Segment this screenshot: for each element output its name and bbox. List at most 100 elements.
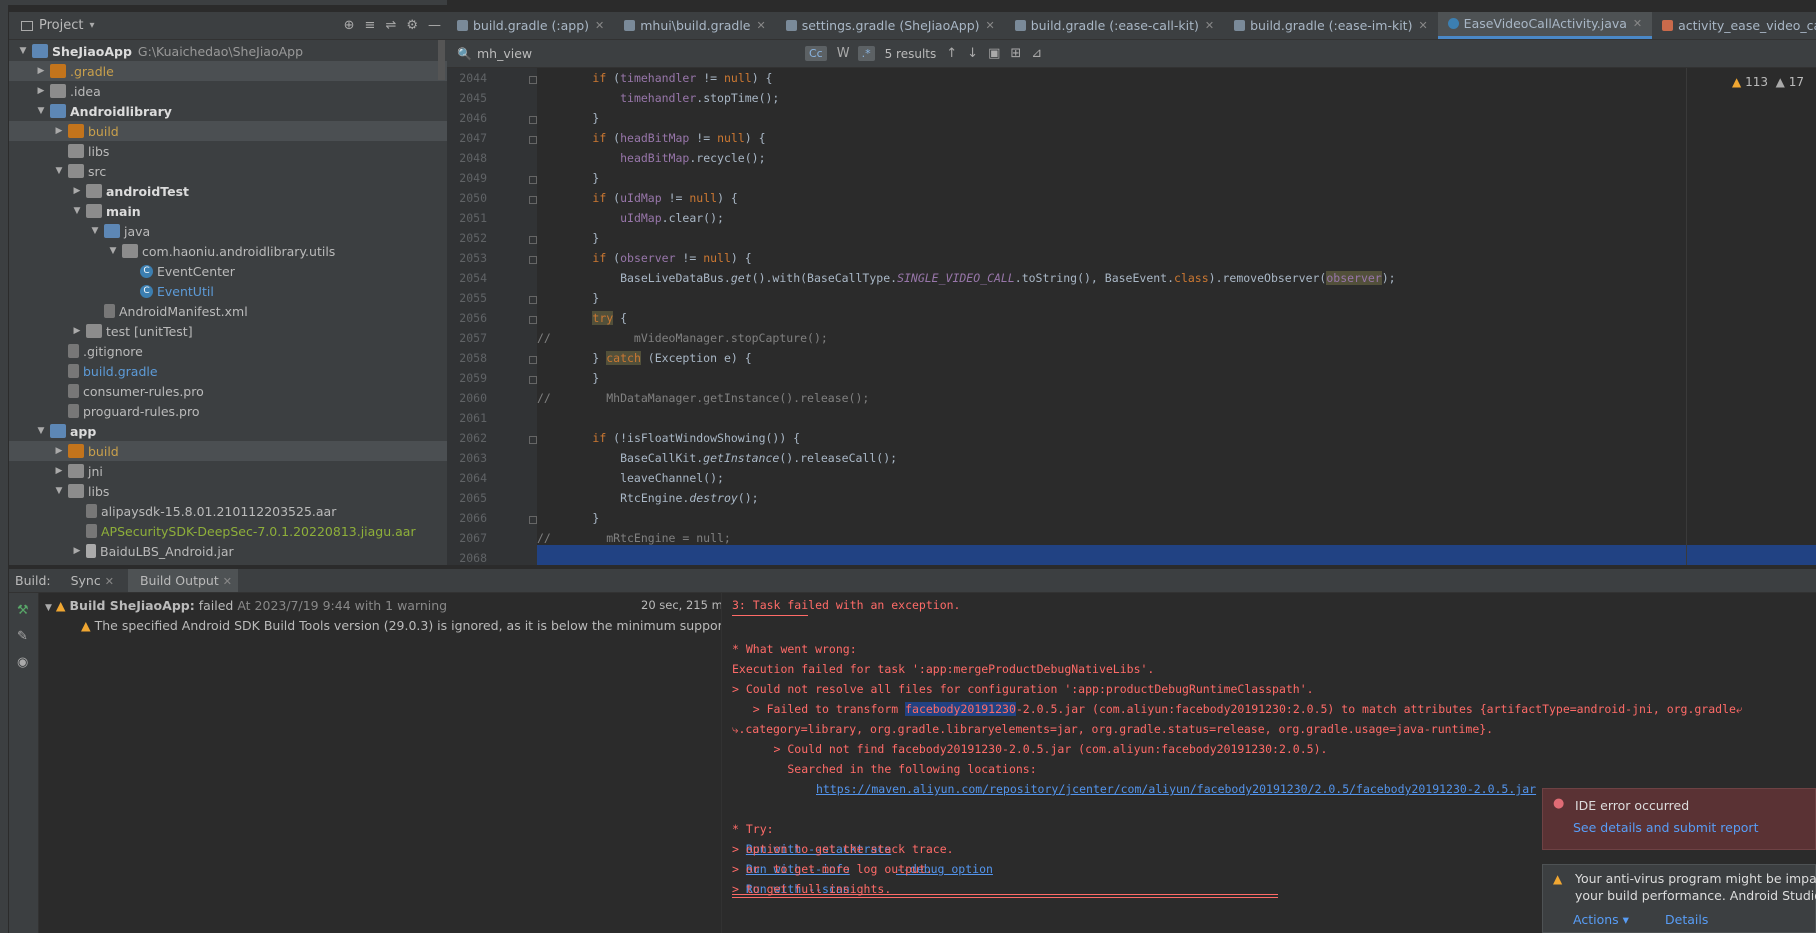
code-line[interactable]	[537, 548, 1816, 565]
fold-icon[interactable]	[529, 136, 537, 144]
build-result-row[interactable]: ▼ ▲ Build SheJiaoApp: failed At 2023/7/1…	[45, 598, 447, 613]
code-line[interactable]: BaseCallKit.getInstance().releaseCall();	[537, 448, 1816, 468]
code-line[interactable]: if (!isFloatWindowShowing()) {	[537, 428, 1816, 448]
tree-item[interactable]: ▼ Androidlibrary	[9, 101, 447, 121]
chevron-right-icon[interactable]: ▶	[53, 126, 65, 136]
project-scrollbar[interactable]	[438, 40, 445, 80]
chevron-right-icon[interactable]: ▶	[53, 466, 65, 476]
tree-item[interactable]: ▼ libs	[9, 481, 447, 501]
ide-error-notification[interactable]: ● IDE error occurred See details and sub…	[1542, 788, 1816, 850]
hide-icon[interactable]: —	[428, 18, 441, 33]
fold-icon[interactable]	[529, 76, 537, 84]
close-icon[interactable]: ✕	[595, 19, 604, 32]
tree-item[interactable]: ▶ androidTest	[9, 181, 447, 201]
code-line[interactable]	[537, 408, 1816, 428]
close-icon[interactable]: ✕	[1633, 17, 1642, 30]
code-line[interactable]: }	[537, 368, 1816, 388]
fold-icon[interactable]	[529, 176, 537, 184]
code-line[interactable]: headBitMap.recycle();	[537, 148, 1816, 168]
prev-occurrence-icon[interactable]: ↑	[946, 46, 957, 61]
code-line[interactable]: }	[537, 108, 1816, 128]
actions-button[interactable]: Actions ▾	[1573, 912, 1629, 927]
code-line[interactable]: // mVideoManager.stopCapture();	[537, 328, 1816, 348]
tree-item[interactable]: APSecuritySDK-DeepSec-7.0.1.20220813.jia…	[9, 521, 447, 541]
tree-item[interactable]: ▶ BaiduLBS_Android.jar	[9, 541, 447, 561]
tree-item[interactable]: ▶ build	[9, 441, 447, 461]
chevron-right-icon[interactable]: ▶	[71, 326, 83, 336]
editor-tab[interactable]: mhui\build.gradle ✕	[614, 12, 775, 39]
chevron-down-icon[interactable]: ▼	[35, 426, 47, 436]
editor-tab[interactable]: EaseVideoCallActivity.java ✕	[1437, 12, 1653, 39]
code-line[interactable]: }	[537, 508, 1816, 528]
tab-build-output[interactable]: Build Output ✕	[127, 569, 238, 592]
code-line[interactable]: if (observer != null) {	[537, 248, 1816, 268]
chevron-right-icon[interactable]: ▶	[71, 186, 83, 196]
chevron-right-icon[interactable]: ▶	[35, 66, 47, 76]
code-line[interactable]: if (uIdMap != null) {	[537, 188, 1816, 208]
chevron-right-icon[interactable]: ▶	[53, 446, 65, 456]
collapse-all-icon[interactable]: ⇌	[385, 18, 396, 33]
code-line[interactable]: uIdMap.clear();	[537, 208, 1816, 228]
next-occurrence-icon[interactable]: ↓	[967, 46, 978, 61]
tree-item[interactable]: ▶ build	[9, 121, 447, 141]
code-line[interactable]: // MhDataManager.getInstance().release()…	[537, 388, 1816, 408]
code-line[interactable]: leaveChannel();	[537, 468, 1816, 488]
close-icon[interactable]: ✕	[1205, 19, 1214, 32]
see-details-link[interactable]: See details and submit report	[1573, 820, 1758, 835]
tree-item[interactable]: ▼ java	[9, 221, 447, 241]
hammer-icon[interactable]: ⚒	[17, 603, 29, 618]
words-toggle[interactable]: W	[837, 46, 850, 61]
chevron-right-icon[interactable]: ▶	[35, 86, 47, 96]
fold-icon[interactable]	[529, 296, 537, 304]
tree-item[interactable]: C EventUtil	[9, 281, 447, 301]
editor-tab[interactable]: build.gradle (:ease-call-kit) ✕	[1005, 12, 1224, 39]
code-line[interactable]: BaseLiveDataBus.get().with(BaseCallType.…	[537, 268, 1816, 288]
tree-item[interactable]: ▼ com.haoniu.androidlibrary.utils	[9, 241, 447, 261]
chevron-down-icon[interactable]: ▼	[17, 46, 29, 56]
tree-item[interactable]: consumer-rules.pro	[9, 381, 447, 401]
tree-item[interactable]: ▼ SheJiaoApp G:\Kuaichedao\SheJiaoApp	[9, 41, 447, 61]
fold-icon[interactable]	[529, 376, 537, 384]
code-line[interactable]: RtcEngine.destroy();	[537, 488, 1816, 508]
tree-item[interactable]: ▼ main	[9, 201, 447, 221]
tree-item[interactable]: ▼ app	[9, 421, 447, 441]
code-line[interactable]: }	[537, 168, 1816, 188]
chevron-down-icon[interactable]: ▼	[53, 166, 65, 176]
editor-tab[interactable]: settings.gradle (SheJiaoApp) ✕	[776, 12, 1005, 39]
pin-icon[interactable]: ✎	[17, 629, 28, 644]
close-icon[interactable]: ✕	[756, 19, 765, 32]
chevron-down-icon[interactable]: ▼	[53, 486, 65, 496]
tree-item[interactable]: alipaysdk-15.8.01.210112203525.aar	[9, 501, 447, 521]
fold-icon[interactable]	[529, 356, 537, 364]
tree-item[interactable]: ▶ test [unitTest]	[9, 321, 447, 341]
tree-item[interactable]: ▶ jni	[9, 461, 447, 481]
chevron-down-icon[interactable]: ▼	[71, 206, 83, 216]
close-icon[interactable]: ✕	[986, 19, 995, 32]
eye-icon[interactable]: ◉	[17, 655, 28, 670]
regex-toggle[interactable]: .*	[857, 46, 875, 61]
code-line[interactable]: timehandler.stopTime();	[537, 88, 1816, 108]
code-line[interactable]: }	[537, 228, 1816, 248]
chevron-down-icon[interactable]: ▼	[89, 226, 101, 236]
close-icon[interactable]: ✕	[105, 575, 114, 588]
add-selection-icon[interactable]: ⊞	[1010, 46, 1021, 61]
project-title[interactable]: Project	[39, 18, 83, 33]
chevron-down-icon[interactable]: ▾	[89, 20, 94, 31]
search-input[interactable]: mh_view	[447, 46, 797, 61]
editor-tab[interactable]: build.gradle (:ease-im-kit) ✕	[1224, 12, 1438, 39]
chevron-down-icon[interactable]: ▼	[35, 106, 47, 116]
code-line[interactable]: if (timehandler != null) {	[537, 68, 1816, 88]
chevron-right-icon[interactable]: ▶	[71, 546, 83, 556]
fold-icon[interactable]	[529, 516, 537, 524]
fold-icon[interactable]	[529, 316, 537, 324]
tree-item[interactable]: proguard-rules.pro	[9, 401, 447, 421]
gear-icon[interactable]: ⚙	[406, 18, 418, 33]
close-icon[interactable]: ✕	[223, 575, 232, 588]
match-case-toggle[interactable]: Cc	[805, 46, 827, 61]
chevron-down-icon[interactable]: ▼	[107, 246, 119, 256]
tree-item[interactable]: ▶ .gradle	[9, 61, 447, 81]
filter-icon[interactable]: ⊿	[1031, 46, 1042, 61]
code-line[interactable]: // mRtcEngine = null;	[537, 528, 1816, 548]
antivirus-notification[interactable]: ▲ Your anti-virus program might be impac…	[1542, 864, 1816, 933]
expand-all-icon[interactable]: ≡	[365, 18, 376, 33]
